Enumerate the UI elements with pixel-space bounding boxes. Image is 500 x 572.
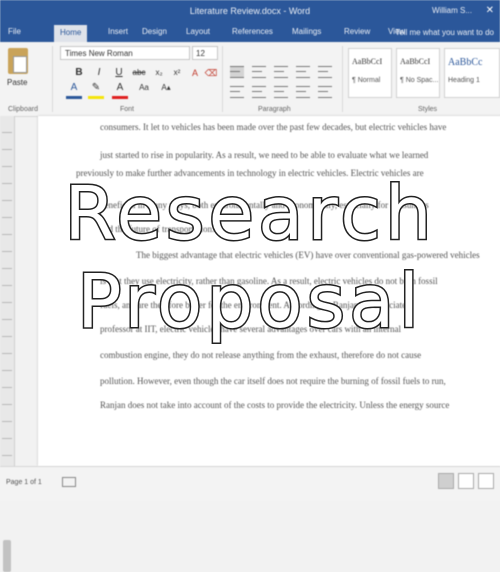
print-layout-icon[interactable] (458, 473, 474, 489)
bold-button[interactable]: B (72, 66, 86, 80)
italic-button[interactable]: I (92, 66, 106, 80)
shading-icon[interactable] (296, 86, 310, 98)
align-right-icon[interactable] (274, 66, 288, 78)
proofing-icon[interactable] (62, 477, 76, 487)
ribbon-tabs: File Home Insert Design Layout Reference… (0, 24, 500, 42)
numbering-icon[interactable] (252, 86, 266, 98)
divider (222, 46, 223, 112)
paste-icon[interactable] (8, 48, 28, 74)
text-effects-icon[interactable]: A (188, 66, 202, 80)
divider (342, 46, 343, 112)
style-name: ¶ Normal (352, 77, 381, 84)
tab-insert[interactable]: Insert (108, 27, 128, 36)
overlay-line-1: Research (63, 170, 436, 259)
status-bar: Page 1 of 1 (0, 466, 500, 501)
group-label-font: Font (120, 106, 135, 113)
ribbon: Paste Clipboard Times New Roman 12 B I U… (0, 42, 500, 117)
group-label-styles: Styles (418, 106, 438, 113)
indent-icon[interactable] (274, 86, 288, 98)
style-name: ¶ No Spac... (400, 77, 439, 84)
close-icon[interactable]: ✕ (486, 5, 494, 16)
align-center-icon[interactable] (252, 66, 266, 78)
window-title: Literature Review.docx - Word (189, 6, 311, 16)
scrollbar-thumb[interactable] (3, 540, 11, 572)
align-left-icon[interactable] (230, 66, 244, 78)
highlight-icon[interactable]: ✎ (88, 82, 104, 99)
font-size-box[interactable]: 12 (192, 46, 218, 60)
tab-design[interactable]: Design (142, 27, 167, 36)
superscript-icon[interactable]: x² (170, 66, 184, 80)
font-color-icon[interactable]: A (112, 82, 128, 99)
style-sample: AaBbCc (448, 57, 483, 68)
group-label-paragraph: Paragraph (258, 106, 291, 113)
user-name[interactable]: William S... (432, 6, 472, 15)
overlay-title: Research Proposal (0, 170, 500, 347)
text-effects-color-icon[interactable]: A (66, 82, 82, 99)
font-name-box[interactable]: Times New Roman (60, 46, 190, 60)
grow-font-icon[interactable]: A▴ (158, 82, 174, 96)
justify-icon[interactable] (296, 66, 310, 78)
tab-references[interactable]: References (232, 27, 273, 36)
bullets-icon[interactable] (230, 86, 244, 98)
style-heading-1[interactable]: AaBbCc Heading 1 (444, 48, 500, 98)
change-case-icon[interactable]: Aa (136, 82, 152, 96)
document-line: combustion engine, they do not release a… (100, 350, 422, 360)
tab-layout[interactable]: Layout (186, 27, 210, 36)
page-count[interactable]: Page 1 of 1 (6, 479, 42, 486)
divider (52, 46, 53, 112)
title-bar: Literature Review.docx - Word William S.… (0, 0, 500, 24)
clear-formatting-icon[interactable]: ⌫ (204, 66, 218, 80)
style-sample: AaBbCcI (352, 57, 383, 66)
read-mode-icon[interactable] (438, 473, 454, 489)
style-name: Heading 1 (448, 77, 480, 84)
tell-me-box[interactable]: Tell me what you want to do (395, 28, 494, 37)
style-sample: AaBbCcI (400, 57, 431, 66)
tab-mailings[interactable]: Mailings (292, 27, 321, 36)
strikethrough-icon[interactable]: abc (132, 66, 146, 80)
tab-file[interactable]: File (8, 27, 21, 36)
underline-button[interactable]: U (112, 66, 126, 80)
tab-home[interactable]: Home (54, 25, 88, 42)
tab-review[interactable]: Review (344, 27, 370, 36)
borders-icon[interactable] (318, 86, 332, 98)
line-spacing-icon[interactable] (318, 66, 332, 78)
document-line: just started to rise in popularity. As a… (100, 150, 429, 160)
style-no-spacing[interactable]: AaBbCcI ¶ No Spac... (396, 48, 440, 98)
overlay-line-2: Proposal (75, 258, 424, 347)
style-normal[interactable]: AaBbCcI ¶ Normal (348, 48, 392, 98)
subscript-icon[interactable]: x₂ (152, 66, 166, 80)
document-line: consumers. It let to vehicles has been m… (100, 122, 447, 132)
group-label-clipboard: Clipboard (8, 106, 38, 113)
document-line: pollution. However, even though the car … (100, 376, 446, 386)
paste-label[interactable]: Paste (7, 78, 27, 87)
web-layout-icon[interactable] (478, 473, 494, 489)
document-line: Ranjan does not take into account of the… (100, 400, 450, 410)
